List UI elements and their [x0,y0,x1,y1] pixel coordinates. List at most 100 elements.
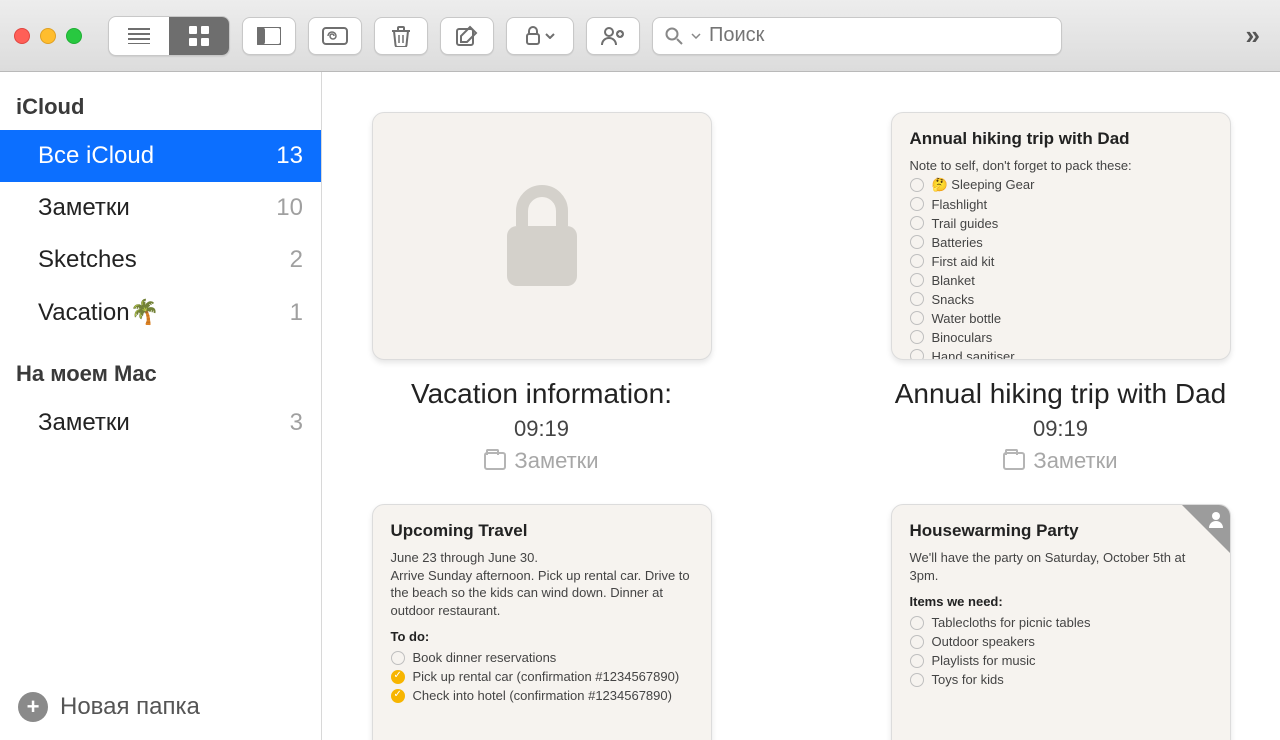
sidebar-section-header: iCloud [0,72,321,130]
grid-view-button[interactable] [169,17,229,55]
lock-icon [497,181,587,291]
search-field[interactable] [652,17,1062,55]
note-cell[interactable]: Vacation information: 09:19 Заметки [362,112,721,474]
delete-button[interactable] [374,17,428,55]
sidebar-folder-sketches[interactable]: Sketches 2 [0,234,321,286]
sidebar-folder-label: Заметки [38,409,130,437]
checklist-item: Batteries [910,233,1212,252]
search-input[interactable] [709,24,1049,47]
sidebar-folder-count: 3 [290,409,303,437]
check-empty-icon [910,330,924,344]
note-cell[interactable]: Housewarming Party We'll have the party … [881,504,1240,740]
note-card-intro: Note to self, don't forget to pack these… [910,157,1212,175]
checklist-item: Water bottle [910,309,1212,328]
attach-button[interactable] [308,17,362,55]
check-done-icon [391,689,405,703]
checklist-item: Binoculars [910,328,1212,347]
checklist-item: Snacks [910,290,1212,309]
checklist-item: Playlists for music [910,651,1212,670]
sidebar-folder-label: Заметки [38,194,130,222]
note-time: 09:19 [411,416,672,442]
close-window-button[interactable] [14,28,30,44]
sidebar-folder-all-icloud[interactable]: Все iCloud 13 [0,130,321,182]
checklist-item-label: Blanket [932,273,975,288]
checklist-item: Pick up rental car (confirmation #123456… [391,667,693,686]
check-empty-icon [910,292,924,306]
toolbar: » [0,0,1280,72]
person-icon [1206,509,1226,529]
note-card-title: Housewarming Party [910,521,1212,541]
check-empty-icon [910,635,924,649]
note-card-locked [372,112,712,360]
checklist-item-label: Batteries [932,235,983,250]
toggle-sidebar-button[interactable] [242,17,296,55]
checklist-item: Check into hotel (confirmation #12345678… [391,686,693,705]
check-empty-icon [910,616,924,630]
fullscreen-window-button[interactable] [66,28,82,44]
checklist-item-label: Binoculars [932,330,993,345]
folder-icon [484,452,506,470]
note-subheader: To do: [391,629,693,644]
note-card: Housewarming Party We'll have the party … [891,504,1231,740]
check-empty-icon [910,235,924,249]
sidebar-folder-count: 1 [290,299,303,327]
note-card: Annual hiking trip with Dad Note to self… [891,112,1231,360]
chevron-down-icon [545,33,555,39]
checklist-item-label: Tablecloths for picnic tables [932,615,1091,630]
check-empty-icon [910,254,924,268]
note-folder: Заметки [895,448,1227,474]
list-view-button[interactable] [109,17,169,55]
minimize-window-button[interactable] [40,28,56,44]
note-title: Annual hiking trip with Dad [895,378,1227,410]
search-icon [665,27,683,45]
checklist-item: Trail guides [910,214,1212,233]
note-card-intro: June 23 through June 30. Arrive Sunday a… [391,549,693,619]
checklist-item-label: Toys for kids [932,672,1004,687]
sidebar-folder-notes[interactable]: Заметки 10 [0,182,321,234]
check-empty-icon [910,273,924,287]
sidebar-folder-label: Sketches [38,246,137,274]
note-checklist: Tablecloths for picnic tables Outdoor spe… [910,613,1212,689]
note-card-title: Annual hiking trip with Dad [910,129,1212,149]
check-empty-icon [910,654,924,668]
checklist-item-label: First aid kit [932,254,995,269]
checklist-item-label: Flashlight [932,197,988,212]
note-checklist: Book dinner reservationsPick up rental c… [391,648,693,705]
checklist-item: Hand sanitiser [910,347,1212,360]
compose-button[interactable] [440,17,494,55]
check-empty-icon [910,673,924,687]
note-title: Vacation information: [411,378,672,410]
share-button[interactable] [586,17,640,55]
sidebar-folder-count: 10 [276,194,303,222]
folder-icon [1003,452,1025,470]
checklist-item: Flashlight [910,195,1212,214]
sidebar-folder-label: Все iCloud [38,142,154,170]
sidebar-folder-vacation[interactable]: Vacation🌴 1 [0,286,321,339]
checklist-item-label: Playlists for music [932,653,1036,668]
checklist-item: Outdoor speakers [910,632,1212,651]
view-mode-segment [108,16,230,56]
checklist-item-label: Hand sanitiser [932,349,1015,360]
checklist-item: Tablecloths for picnic tables [910,613,1212,632]
checklist-item-label: Outdoor speakers [932,634,1035,649]
checklist-item-label: Snacks [932,292,975,307]
note-cell[interactable]: Annual hiking trip with Dad Note to self… [881,112,1240,474]
toolbar-overflow-button[interactable]: » [1240,20,1266,51]
note-card-title: Upcoming Travel [391,521,693,541]
checklist-item-label: 🤔 Sleeping Gear [932,177,1035,193]
window-controls [14,28,82,44]
lock-menu-button[interactable] [506,17,574,55]
sidebar-folder-count: 2 [290,246,303,274]
new-folder-button[interactable]: + Новая папка [0,674,321,740]
chevron-down-icon [691,33,701,39]
notes-grid: Vacation information: 09:19 Заметки Annu… [322,72,1280,740]
check-empty-icon [910,197,924,211]
note-card: Upcoming Travel June 23 through June 30.… [372,504,712,740]
new-folder-label: Новая папка [60,693,200,721]
shared-indicator [1182,505,1230,553]
sidebar-folder-count: 13 [276,142,303,170]
check-empty-icon [910,349,924,360]
note-time: 09:19 [895,416,1227,442]
note-cell[interactable]: Upcoming Travel June 23 through June 30.… [362,504,721,740]
sidebar-folder-local-notes[interactable]: Заметки 3 [0,397,321,449]
